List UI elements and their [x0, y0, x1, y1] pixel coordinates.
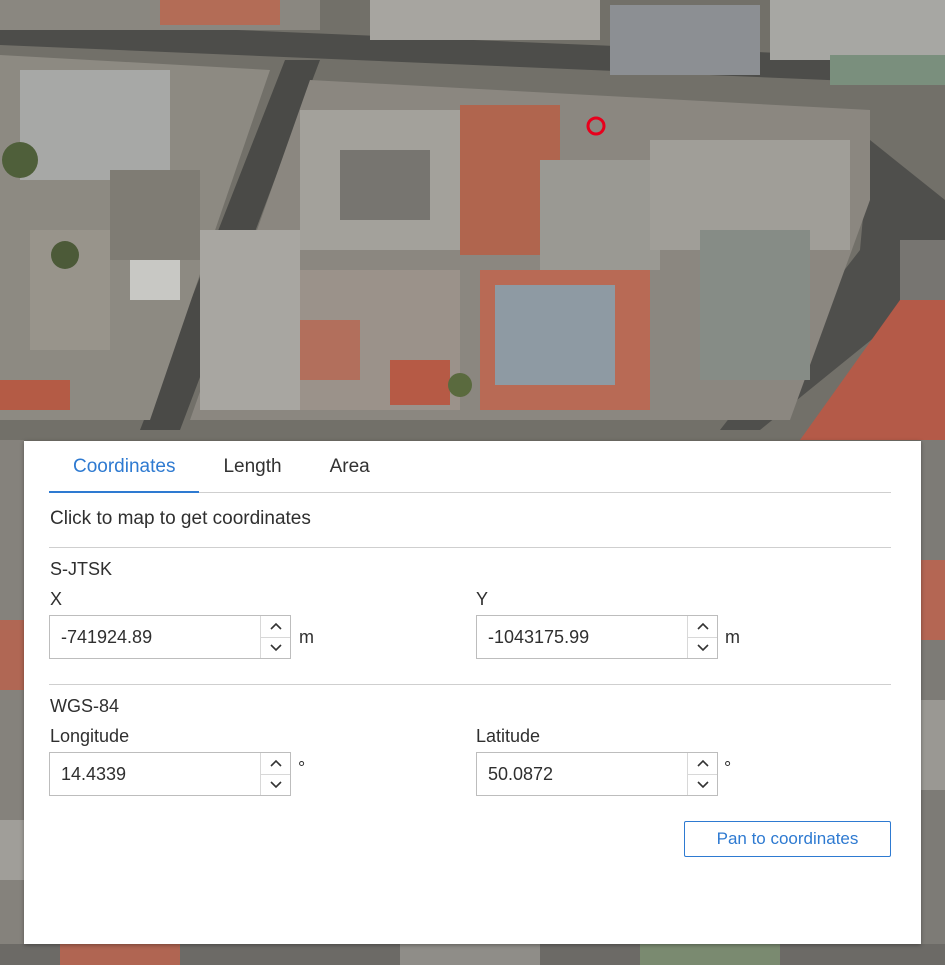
latitude-label: Latitude [476, 726, 541, 746]
latitude-field [476, 752, 718, 796]
y-decrement-button[interactable] [688, 636, 717, 659]
y-field [476, 615, 718, 659]
pan-to-coordinates-button[interactable]: Pan to coordinates [684, 821, 891, 857]
chevron-up-icon [696, 760, 709, 767]
x-spinner [260, 616, 290, 658]
chevron-up-icon [696, 623, 709, 630]
latitude-unit: ° [724, 758, 732, 778]
section-divider [49, 547, 891, 548]
y-unit: m [725, 627, 740, 647]
measure-tabs: Coordinates Length Area [49, 441, 891, 493]
x-field [49, 615, 291, 659]
chevron-down-icon [696, 781, 709, 788]
x-input[interactable] [50, 616, 260, 658]
coordinates-hint: Click to map to get coordinates [50, 508, 311, 529]
section-divider [49, 684, 891, 685]
chevron-up-icon [269, 623, 282, 630]
longitude-decrement-button[interactable] [261, 773, 290, 796]
y-input[interactable] [477, 616, 687, 658]
x-decrement-button[interactable] [261, 636, 290, 659]
sjtsk-title: S-JTSK [50, 559, 113, 579]
x-label: X [50, 589, 63, 609]
measure-panel: Coordinates Length Area Click to map to … [24, 441, 921, 944]
chevron-up-icon [269, 760, 282, 767]
chevron-down-icon [696, 644, 709, 651]
longitude-input[interactable] [50, 753, 260, 795]
tab-length[interactable]: Length [199, 441, 305, 492]
longitude-label: Longitude [50, 726, 130, 746]
chevron-down-icon [269, 644, 282, 651]
longitude-field [49, 752, 291, 796]
wgs84-title: WGS-84 [50, 696, 120, 716]
longitude-spinner [260, 753, 290, 795]
y-increment-button[interactable] [688, 616, 717, 637]
longitude-increment-button[interactable] [261, 753, 290, 774]
x-unit: m [299, 627, 314, 647]
x-increment-button[interactable] [261, 616, 290, 637]
chevron-down-icon [269, 781, 282, 788]
tab-area[interactable]: Area [306, 441, 394, 492]
latitude-decrement-button[interactable] [688, 773, 717, 796]
latitude-spinner [687, 753, 717, 795]
latitude-increment-button[interactable] [688, 753, 717, 774]
y-spinner [687, 616, 717, 658]
tab-coordinates[interactable]: Coordinates [49, 441, 200, 493]
y-label: Y [476, 589, 489, 609]
longitude-unit: ° [298, 758, 306, 778]
latitude-input[interactable] [477, 753, 687, 795]
